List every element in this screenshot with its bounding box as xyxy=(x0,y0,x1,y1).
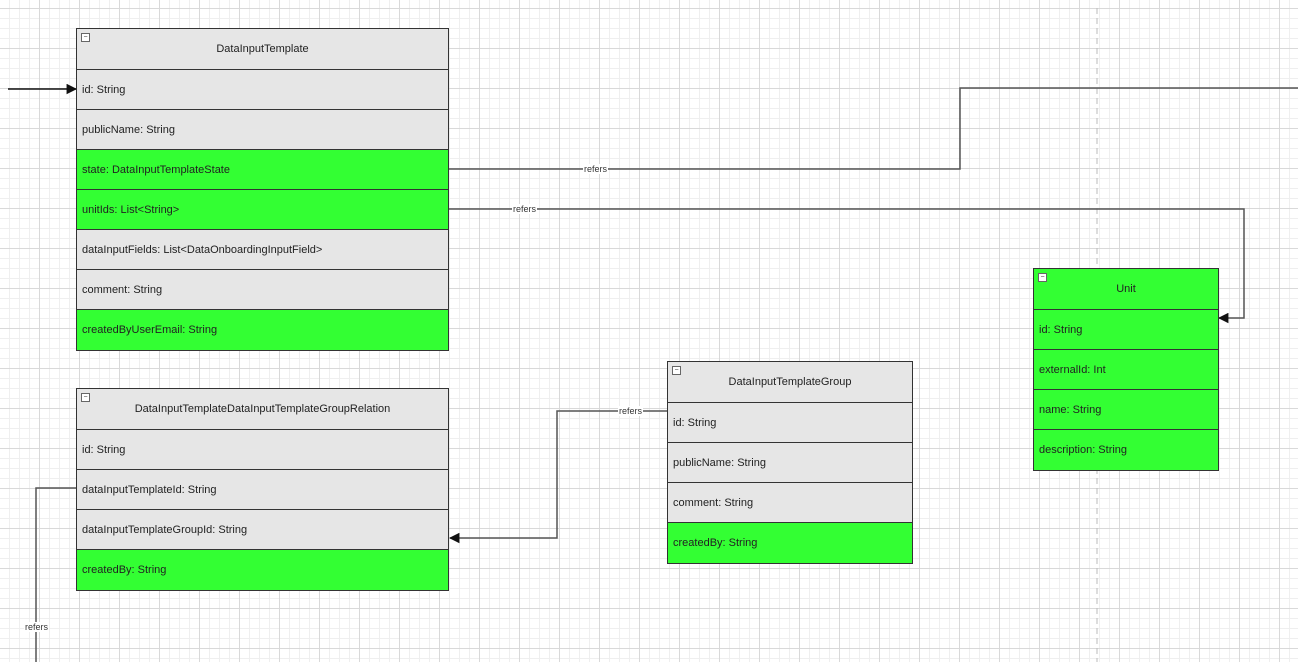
field-id[interactable]: id: String xyxy=(668,403,912,443)
entity-title: DataInputTemplateGroup xyxy=(728,376,852,388)
field-external-id[interactable]: externalId: Int xyxy=(1034,350,1218,390)
field-created-by[interactable]: createdBy: String xyxy=(77,550,448,590)
field-comment[interactable]: comment: String xyxy=(668,483,912,523)
collapse-icon[interactable]: − xyxy=(81,393,90,402)
entity-data-input-template[interactable]: − DataInputTemplate id: String publicNam… xyxy=(76,28,449,351)
collapse-icon[interactable]: − xyxy=(1038,273,1047,282)
field-unit-ids[interactable]: unitIds: List<String> xyxy=(77,190,448,230)
entity-header[interactable]: − Unit xyxy=(1034,269,1218,310)
edge-relation-refers[interactable] xyxy=(35,487,76,662)
edge-label-state: refers xyxy=(583,164,609,174)
entity-title: DataInputTemplateDataInputTemplateGroupR… xyxy=(134,403,391,415)
entity-header[interactable]: − DataInputTemplateGroup xyxy=(668,362,912,403)
field-created-by[interactable]: createdBy: String xyxy=(668,523,912,563)
field-id[interactable]: id: String xyxy=(77,430,448,470)
field-data-input-fields[interactable]: dataInputFields: List<DataOnboardingInpu… xyxy=(77,230,448,270)
edge-state-refers[interactable] xyxy=(449,87,1298,170)
edge-label-unitids: refers xyxy=(512,204,538,214)
entity-header[interactable]: − DataInputTemplate xyxy=(77,29,448,70)
collapse-icon[interactable]: − xyxy=(81,33,90,42)
entity-title: Unit xyxy=(1116,283,1136,295)
entity-data-input-template-group[interactable]: − DataInputTemplateGroup id: String publ… xyxy=(667,361,913,564)
field-data-input-template-group-id[interactable]: dataInputTemplateGroupId: String xyxy=(77,510,448,550)
field-public-name[interactable]: publicName: String xyxy=(77,110,448,150)
edge-label-relation: refers xyxy=(24,622,50,632)
edge-group-refers[interactable] xyxy=(448,410,667,544)
field-public-name[interactable]: publicName: String xyxy=(668,443,912,483)
field-comment[interactable]: comment: String xyxy=(77,270,448,310)
field-name[interactable]: name: String xyxy=(1034,390,1218,430)
edge-label-group: refers xyxy=(618,406,644,416)
entity-title: DataInputTemplate xyxy=(216,43,309,55)
field-state[interactable]: state: DataInputTemplateState xyxy=(77,150,448,190)
field-created-by-user-email[interactable]: createdByUserEmail: String xyxy=(77,310,448,350)
field-description[interactable]: description: String xyxy=(1034,430,1218,470)
field-data-input-template-id[interactable]: dataInputTemplateId: String xyxy=(77,470,448,510)
entity-template-group-relation[interactable]: − DataInputTemplateDataInputTemplateGrou… xyxy=(76,388,449,591)
field-id[interactable]: id: String xyxy=(1034,310,1218,350)
entity-header[interactable]: − DataInputTemplateDataInputTemplateGrou… xyxy=(77,389,448,430)
entity-unit[interactable]: − Unit id: String externalId: Int name: … xyxy=(1033,268,1219,471)
collapse-icon[interactable]: − xyxy=(672,366,681,375)
field-id[interactable]: id: String xyxy=(77,70,448,110)
